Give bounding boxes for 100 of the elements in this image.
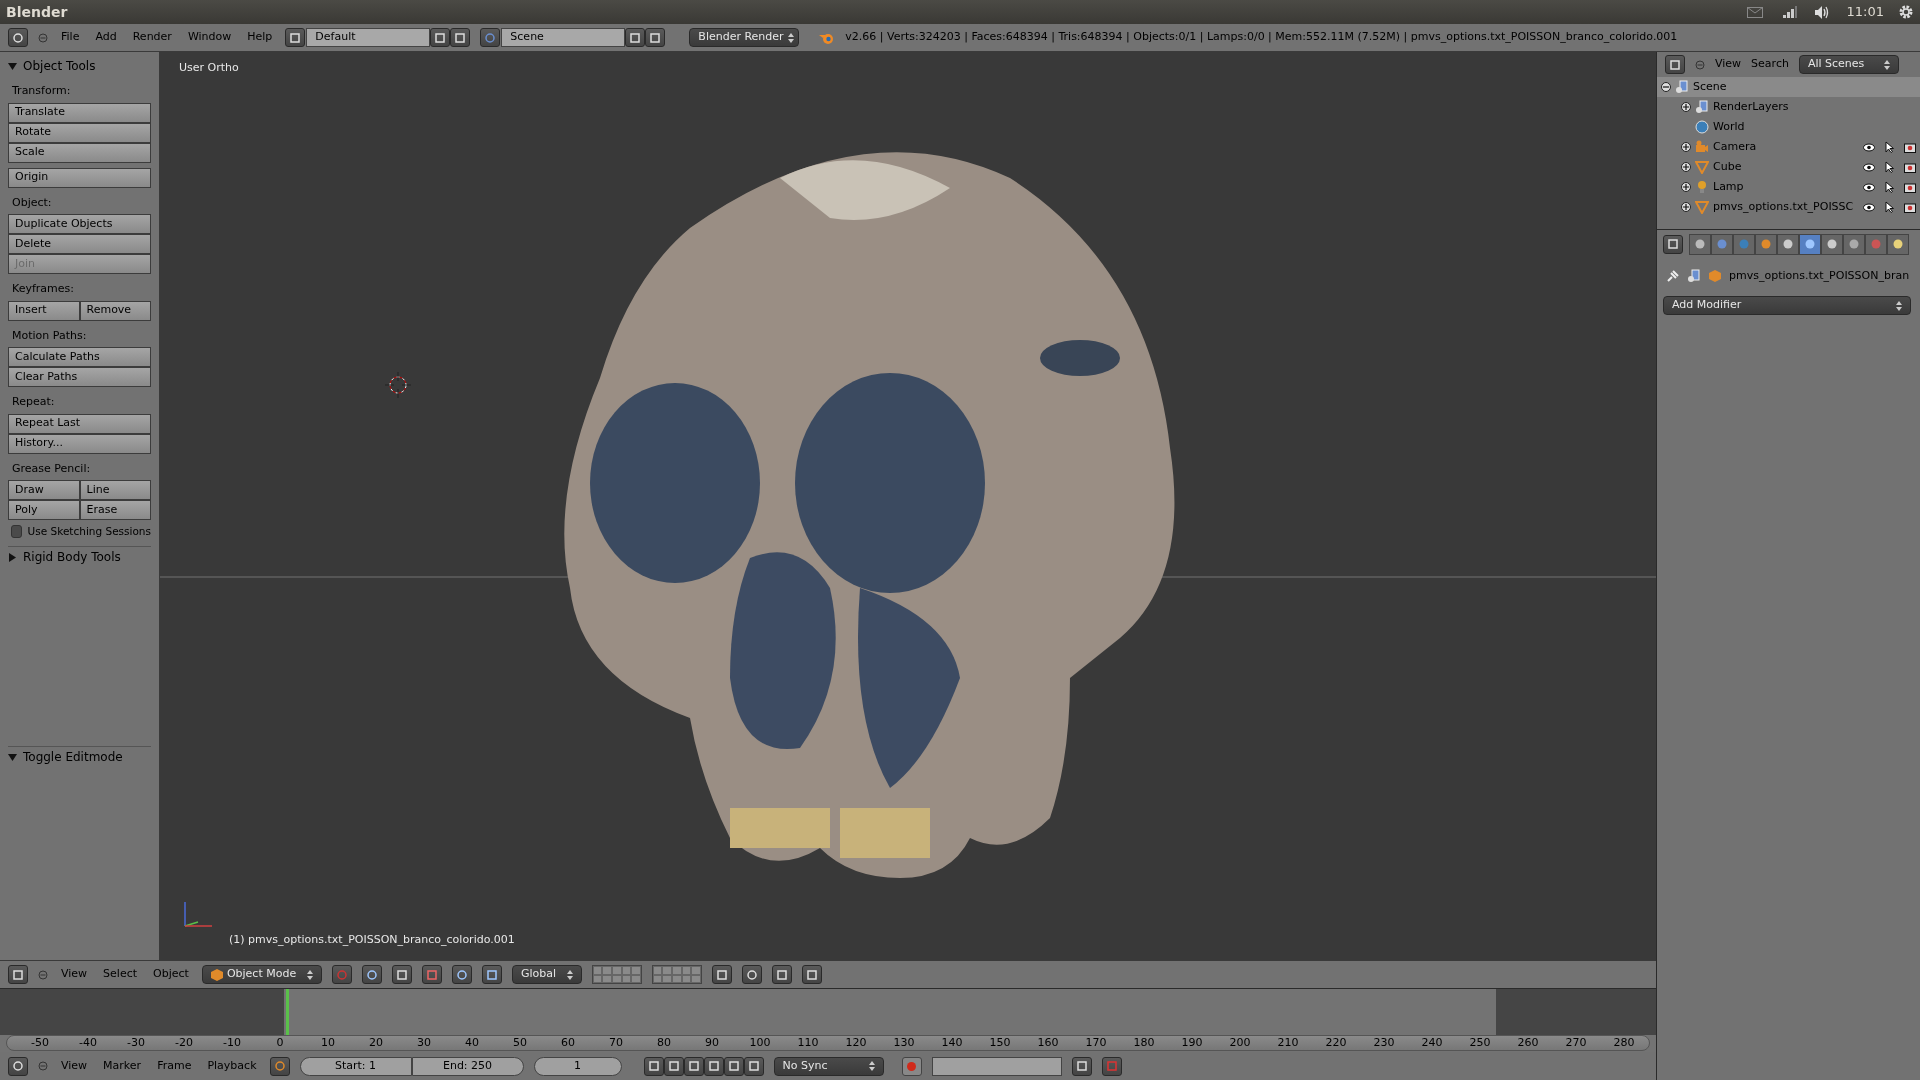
menu-item[interactable]: Render [129, 29, 175, 46]
outliner-row[interactable]: Cube [1657, 157, 1920, 177]
tool-button[interactable]: Draw [8, 480, 80, 500]
mode-dropdown[interactable]: Object Mode [201, 965, 322, 984]
tool-button[interactable]: Line [79, 480, 151, 500]
tool-button[interactable]: Scale [8, 142, 151, 163]
menu-item[interactable]: View [58, 966, 91, 983]
eye-icon[interactable] [1863, 202, 1875, 212]
group-label: Object: [12, 194, 53, 211]
cursor-arrow-icon[interactable] [1885, 161, 1894, 173]
frame-number: -30 [126, 1034, 146, 1051]
eye-icon[interactable] [1863, 162, 1875, 172]
pin-icon[interactable] [1667, 270, 1679, 282]
eye-icon[interactable] [1863, 142, 1875, 152]
tool-button[interactable]: Origin [8, 167, 151, 188]
tool-button[interactable]: Remove [79, 300, 151, 321]
collapse-icon[interactable] [38, 1061, 48, 1071]
playhead [286, 989, 289, 1035]
tool-button[interactable]: Delete [8, 234, 151, 254]
outliner-row[interactable]: World [1657, 117, 1920, 137]
menu-item[interactable]: Help [244, 29, 276, 46]
collapse-toggle-icon[interactable] [1661, 82, 1671, 92]
render-engine-dropdown[interactable]: Blender Render [689, 28, 800, 47]
outliner-row[interactable]: Lamp [1657, 177, 1920, 197]
tool-button[interactable]: Insert [8, 300, 80, 321]
menu-item[interactable]: View [1715, 56, 1742, 73]
expand-toggle-icon[interactable] [1681, 202, 1691, 212]
menu-item[interactable]: Search [1751, 56, 1789, 73]
cursor-arrow-icon[interactable] [1885, 141, 1894, 153]
current-frame-field[interactable]: 1 [533, 1056, 622, 1076]
menu-item[interactable]: Playback [204, 1057, 260, 1075]
group-label: Transform: [12, 83, 72, 99]
frame-number: 160 [1036, 1034, 1060, 1051]
tool-button[interactable]: Rotate [8, 122, 151, 143]
tool-button[interactable]: Translate [8, 102, 151, 123]
menu-item[interactable]: Select [100, 966, 141, 983]
outliner-row[interactable]: Camera [1657, 137, 1920, 157]
expanded-triangle-icon[interactable] [8, 752, 17, 762]
tool-button[interactable]: Duplicate Objects [8, 214, 151, 234]
frame-number: -20 [174, 1034, 194, 1051]
screen-layout-field[interactable]: Default [306, 28, 431, 47]
tool-button[interactable]: Erase [79, 500, 151, 520]
tool-button[interactable]: Poly [8, 500, 80, 520]
settings-icon[interactable] [1898, 4, 1914, 20]
expand-toggle-icon[interactable] [1681, 182, 1691, 192]
window-title: Blender [6, 2, 69, 22]
panel-title[interactable]: Object Tools [23, 57, 96, 75]
collapsed-triangle-icon[interactable] [8, 552, 17, 562]
layers-grid-icon[interactable] [591, 965, 642, 984]
outliner-row[interactable]: RenderLayers [1657, 97, 1920, 117]
outliner-item-label: Cube [1713, 158, 1742, 175]
menu-item[interactable]: Object [150, 966, 192, 983]
add-modifier-dropdown[interactable]: Add Modifier [1663, 296, 1911, 315]
menu-item[interactable]: Frame [154, 1057, 195, 1075]
collapse-icon[interactable] [38, 969, 48, 980]
outliner-row[interactable]: pmvs_options.txt_POISSC [1657, 197, 1920, 217]
menu-item[interactable]: Window [184, 29, 235, 46]
expanded-triangle-icon[interactable] [8, 61, 17, 71]
tool-button[interactable]: Calculate Paths [8, 347, 151, 367]
tool-button[interactable]: Clear Paths [8, 367, 151, 387]
speaker-icon[interactable] [1814, 5, 1831, 19]
sync-dropdown[interactable]: No Sync [773, 1056, 884, 1076]
eye-icon[interactable] [1863, 182, 1875, 192]
expand-toggle-icon[interactable] [1681, 142, 1691, 152]
tool-button[interactable]: Repeat Last [8, 413, 151, 434]
frame-number: 10 [320, 1034, 336, 1051]
frame-number: -40 [78, 1034, 98, 1051]
tool-button[interactable]: History... [8, 433, 151, 454]
cursor-arrow-icon[interactable] [1885, 201, 1894, 213]
menu-item[interactable]: Add [92, 29, 120, 46]
panel-title[interactable]: Toggle Editmode [23, 748, 123, 767]
checkbox[interactable] [11, 525, 22, 539]
up-down-arrows-icon [1883, 59, 1890, 70]
envelope-icon[interactable] [1746, 6, 1763, 18]
record-button[interactable] [901, 1056, 922, 1076]
expand-toggle-icon[interactable] [1681, 102, 1691, 112]
cursor-arrow-icon[interactable] [1885, 181, 1894, 193]
layers-grid-icon[interactable] [651, 965, 702, 984]
expand-toggle-icon[interactable] [1681, 162, 1691, 172]
menu-item[interactable]: Marker [100, 1057, 145, 1075]
end-frame-field[interactable]: End: 250 [411, 1056, 524, 1076]
orientation-dropdown[interactable]: Global [511, 965, 582, 984]
frame-number: 80 [656, 1034, 672, 1051]
menu-item[interactable]: File [58, 29, 83, 46]
collapse-icon[interactable] [1695, 59, 1705, 70]
outliner-item-label: pmvs_options.txt_POISSC [1713, 198, 1854, 215]
checkbox-label: Use Sketching Sessions [27, 524, 151, 539]
display-mode-dropdown[interactable]: All Scenes [1798, 55, 1899, 74]
signal-bars-icon[interactable] [1782, 6, 1797, 18]
menu-item[interactable]: View [58, 1057, 91, 1075]
panel-title[interactable]: Rigid Body Tools [23, 548, 121, 567]
scene-field[interactable]: Scene [501, 28, 626, 47]
frame-number: 220 [1324, 1034, 1348, 1051]
collapse-icon[interactable] [38, 32, 48, 43]
up-down-arrows-icon [787, 32, 794, 43]
outliner-row[interactable]: Scene [1657, 77, 1920, 97]
frame-number: 90 [704, 1034, 720, 1051]
keying-set-field[interactable] [931, 1056, 1062, 1076]
frame-number: 130 [892, 1034, 916, 1051]
start-frame-field[interactable]: Start: 1 [299, 1056, 412, 1076]
